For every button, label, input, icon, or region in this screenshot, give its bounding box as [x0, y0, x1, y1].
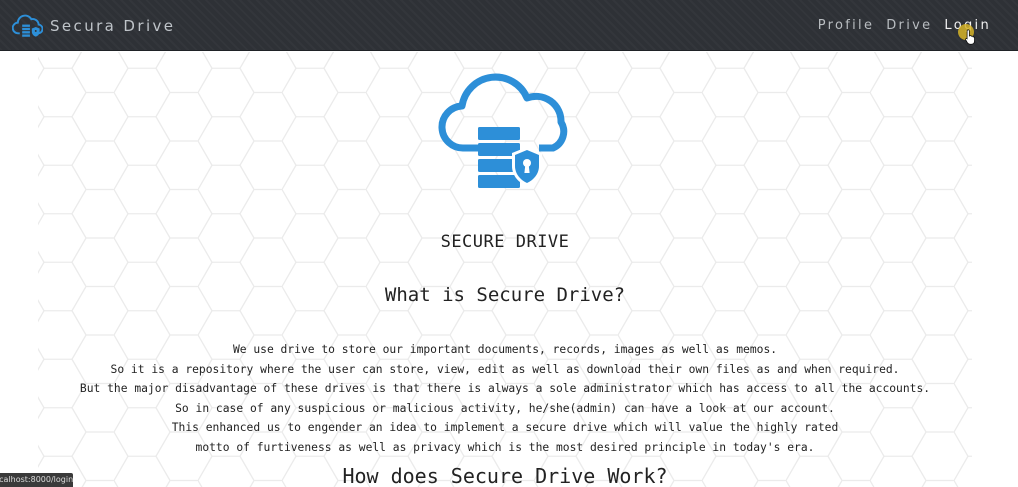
cloud-shield-icon: [12, 14, 43, 37]
description-line: We use drive to store our important docu…: [232, 343, 778, 356]
description-paragraph: We use drive to store our important docu…: [38, 340, 972, 458]
nav-link-drive[interactable]: Drive: [886, 18, 932, 33]
brand-link[interactable]: Secura Drive: [12, 10, 175, 42]
nav-link-profile[interactable]: Profile: [818, 18, 875, 33]
brand-name: Secura Drive: [50, 17, 176, 35]
section-heading-what: What is Secure Drive?: [384, 284, 626, 306]
mouse-cursor-icon: [965, 29, 975, 45]
description-line: motto of furtiveness as well as privacy …: [195, 440, 815, 454]
status-bar-url: localhost:8000/login: [0, 473, 73, 487]
description-line: So in case of any suspicious or maliciou…: [175, 401, 835, 415]
top-navbar: Secura Drive Profile Drive Login: [0, 0, 1018, 51]
description-line: This enhanced us to engender an idea to …: [171, 421, 839, 435]
description-line: So it is a repository where the user can…: [110, 362, 900, 376]
cloud-server-lock-icon: [438, 73, 568, 188]
section-heading-how: How does Secure Drive Work?: [342, 464, 668, 487]
status-url-text: localhost:8000/login: [0, 475, 73, 484]
main-content: SECURE DRIVE What is Secure Drive? We us…: [38, 52, 972, 487]
page-title: SECURE DRIVE: [440, 232, 570, 252]
description-line: But the major disadvantage of these driv…: [79, 382, 931, 396]
